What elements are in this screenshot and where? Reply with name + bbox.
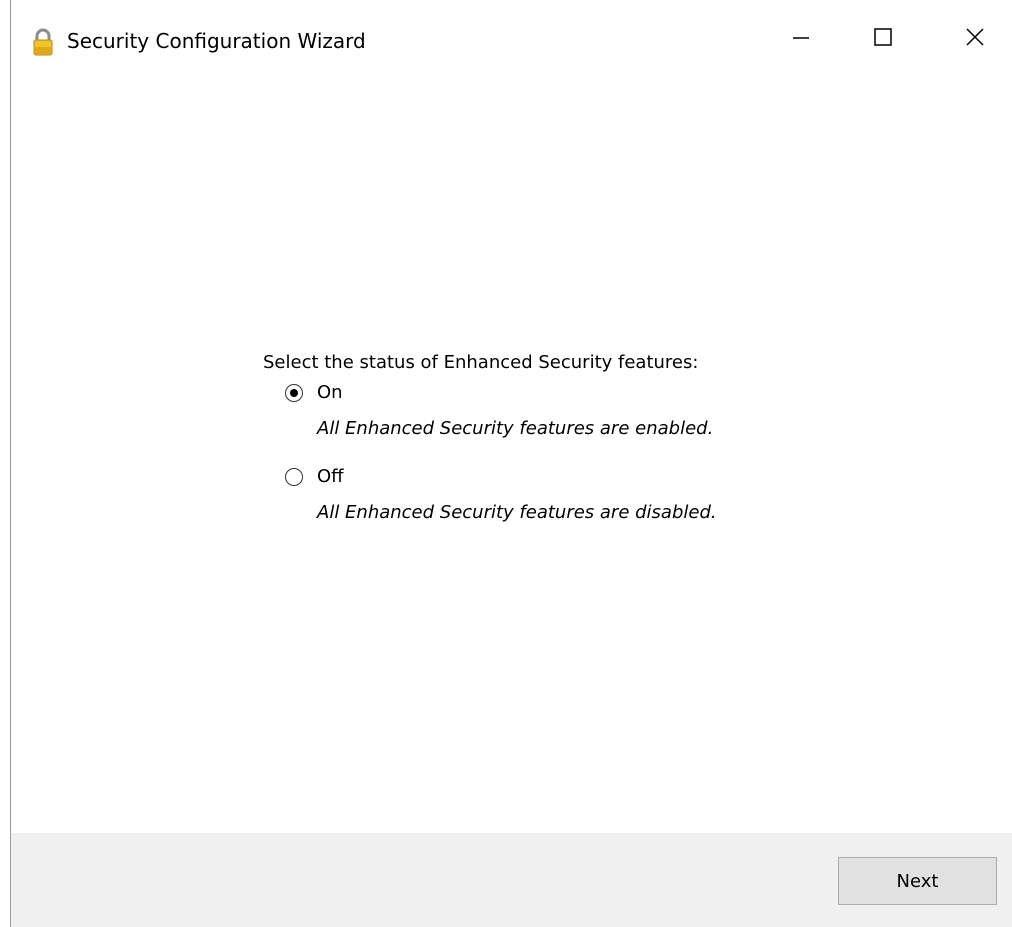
- minimize-button[interactable]: [775, 14, 827, 64]
- option-off[interactable]: Off: [263, 460, 863, 496]
- prompt-label: Select the status of Enhanced Security f…: [263, 352, 699, 373]
- maximize-icon: [873, 27, 893, 51]
- close-button[interactable]: [949, 14, 1001, 64]
- radio-off[interactable]: [285, 468, 303, 486]
- minimize-icon: [791, 27, 811, 51]
- security-options-panel: Select the status of Enhanced Security f…: [263, 350, 863, 544]
- title-bar[interactable]: Security Configuration Wizard: [11, 0, 1012, 82]
- close-icon: [965, 27, 985, 51]
- option-off-description: All Enhanced Security features are disab…: [317, 502, 717, 523]
- desktop-background: [0, 0, 10, 927]
- window-title: Security Configuration Wizard: [67, 29, 366, 53]
- option-on[interactable]: On: [263, 376, 863, 412]
- radio-selected-dot: [289, 388, 298, 397]
- maximize-button[interactable]: [857, 14, 909, 64]
- option-on-description: All Enhanced Security features are enabl…: [317, 418, 714, 439]
- radio-on[interactable]: [285, 384, 303, 402]
- wizard-window: Security Configuration Wizard Select the…: [10, 0, 1012, 927]
- option-on-label[interactable]: On: [317, 380, 343, 406]
- lock-icon: [32, 27, 54, 57]
- option-off-label[interactable]: Off: [317, 464, 344, 490]
- next-button[interactable]: Next: [838, 857, 997, 905]
- wizard-footer: Next: [11, 833, 1012, 927]
